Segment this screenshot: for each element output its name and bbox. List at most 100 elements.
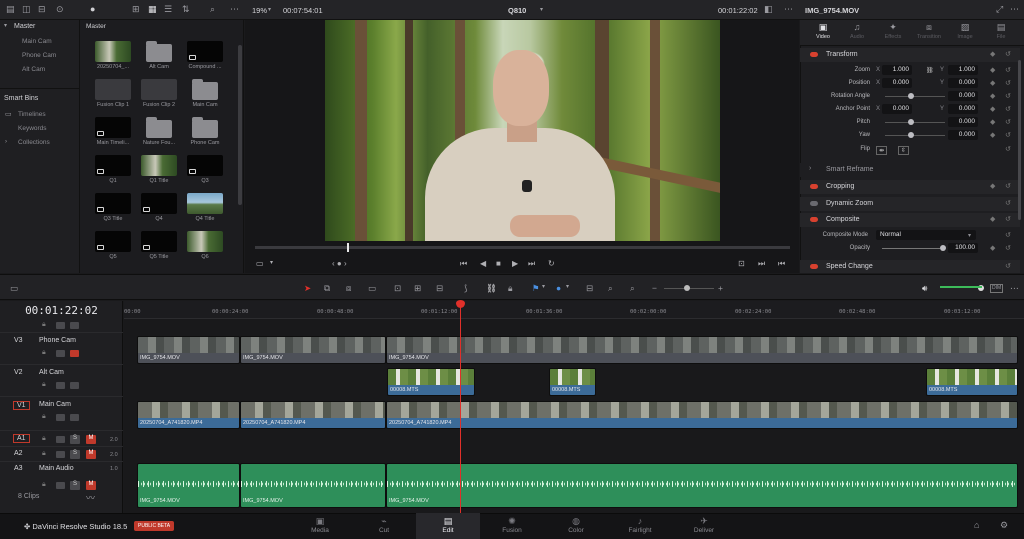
lock-icon[interactable]: 🔒︎ [42,450,46,458]
tab-image[interactable]: ▨ Image [948,23,982,41]
track-id[interactable]: V1 [13,401,30,410]
auto-select-icon[interactable] [56,482,65,489]
media-pool-clip[interactable]: Q4 [138,193,180,222]
media-pool-clip[interactable]: Q3 Title [92,193,134,222]
disable-track-icon[interactable] [70,350,79,357]
skip-back-icon[interactable]: ⏮ [460,259,467,269]
position-x-field[interactable]: 0.000 [882,78,912,88]
auto-select-icon[interactable] [56,350,65,357]
yaw-slider-knob[interactable] [908,132,914,138]
media-pool-clip[interactable]: Q3 [184,155,226,184]
timeline-clip-v2[interactable]: 00008.MTS [926,368,1018,396]
loop-icon[interactable]: ↻ [548,259,555,268]
rotation-field[interactable]: 0.000 [948,91,978,101]
keyframe-icon[interactable]: ◆ [990,50,995,58]
lock-icon[interactable]: 🔒︎ [42,481,46,489]
match-frame-icon[interactable]: ⊡ [738,259,745,268]
timeline-playhead[interactable] [460,301,461,513]
lock-icon[interactable]: 🔒︎ [42,321,46,329]
dynamic-zoom-enable-toggle[interactable] [810,201,818,206]
rotation-slider[interactable] [885,96,945,97]
opacity-slider-knob[interactable] [940,245,946,251]
chevron-right-icon[interactable]: › [5,139,7,145]
timeline-clip-v3[interactable]: IMG_9754.MOV [137,336,240,364]
solo-button[interactable]: S [70,435,80,444]
yaw-slider[interactable] [885,135,945,136]
smart-bin-collections[interactable]: Collections [18,139,50,146]
list-view-icon[interactable]: ☰ [164,5,172,14]
chevron-down-icon[interactable]: ▾ [566,284,569,290]
keyframe-icon[interactable]: ◆ [990,92,995,100]
lock-icon[interactable]: 🔒︎ [42,349,46,357]
pitch-field[interactable]: 0.000 [948,117,978,127]
smart-bin-keywords[interactable]: Keywords [18,125,47,132]
track-name[interactable]: Phone Cam [39,337,76,344]
more-options-icon[interactable]: ⋯ [784,5,793,14]
keyframe-icon[interactable]: ◆ [990,79,995,87]
volume-slider[interactable] [940,286,982,288]
media-pool-clip[interactable]: Main Cam [184,79,226,108]
media-pool-clip[interactable]: Q5 [92,231,134,260]
search-icon[interactable]: ⌕ [210,5,215,14]
transform-enable-toggle[interactable] [810,52,818,57]
transform-section[interactable]: Transform ◆ ↺ [800,48,1020,62]
chevron-down-icon[interactable]: ▾ [540,7,543,13]
pitch-slider[interactable] [885,122,945,123]
inspector-scrollbar[interactable] [1018,60,1021,220]
reset-icon[interactable]: ↺ [1005,244,1011,252]
track-name[interactable]: Main Audio [39,465,74,472]
reset-icon[interactable]: ↺ [1005,50,1011,58]
anchor-y-field[interactable]: 0.000 [948,104,978,114]
position-lock-icon[interactable]: 🔒︎ [508,284,513,293]
timeline-ruler[interactable]: 00:00 00:00:24:00 00:00:48:00 00:01:12:00 00… [124,301,1024,319]
track-name[interactable]: Main Cam [39,401,71,408]
sort-icon[interactable]: ⇅ [182,5,190,14]
media-pool-clip[interactable]: Q1 [92,155,134,184]
zoom-out-icon[interactable]: − [652,284,657,293]
timeline-clip-v2[interactable]: 00008.MTS [387,368,475,396]
play-reverse-icon[interactable]: ◀ [480,259,486,268]
custom-zoom-icon[interactable]: ⌕ [630,284,635,293]
page-media[interactable]: ▣ Media [288,513,352,539]
home-icon[interactable]: ⌂ [974,521,979,530]
bin-main-cam[interactable]: Main Cam [22,38,52,45]
media-pool-scrollbar[interactable] [238,45,242,205]
timeline-clip-v3[interactable]: IMG_9754.MOV [240,336,386,364]
metadata-view-icon[interactable]: ⊞ [132,5,140,14]
reset-icon[interactable]: ↺ [1005,92,1011,100]
timeline-clip-v1[interactable]: 20250704_A741820.MP4 [240,401,386,429]
media-pool-clip[interactable]: Q4 Title [184,193,226,222]
stop-icon[interactable]: ■ [496,259,501,268]
keyframe-icon[interactable]: ◆ [990,244,995,252]
sound-library-icon[interactable]: ⊙ [56,5,64,14]
reset-icon[interactable]: ↺ [1005,105,1011,113]
page-fusion[interactable]: ✺ Fusion [480,513,544,539]
disable-track-icon[interactable] [70,414,79,421]
timeline-view-options-icon[interactable]: ▭ [10,284,18,293]
viewer-zoom[interactable]: 19% [252,6,267,15]
page-deliver[interactable]: ✈ Deliver [672,513,736,539]
media-pool-clip[interactable]: Phone Cam [184,117,226,146]
timeline-clip-a3[interactable]: IMG_9754.MOV [240,463,386,508]
effects-icon[interactable]: ◫ [22,5,31,14]
disable-track-icon[interactable] [70,382,79,389]
page-fairlight[interactable]: ♪ Fairlight [608,513,672,539]
snapping-icon[interactable]: ⟆ [464,284,467,293]
mute-button[interactable]: M [86,435,96,444]
reset-icon[interactable]: ↺ [1005,131,1011,139]
viewer-playhead[interactable] [347,243,349,252]
timeline-clip-a3[interactable]: IMG_9754.MOV [386,463,1018,508]
more-options-icon[interactable]: ⋯ [1010,5,1019,14]
auto-select-icon[interactable] [56,436,65,443]
chevron-down-icon[interactable]: ▾ [968,232,971,239]
anchor-x-field[interactable]: 0.000 [882,104,912,114]
timeline-clip-v1[interactable]: 20250704_A741820.MP4 [137,401,240,429]
more-options-icon[interactable]: ⋯ [1010,284,1019,293]
composite-section[interactable]: Composite ◆ ↺ [800,213,1020,227]
lock-icon[interactable]: 🔒︎ [42,435,46,443]
opacity-slider[interactable] [882,248,940,249]
tab-audio[interactable]: ♫ Audio [840,23,874,41]
blade-tool-icon[interactable]: ▭ [368,284,376,293]
tab-effects[interactable]: ✦ Effects [876,23,910,41]
skip-forward-icon[interactable]: ⏭ [528,259,535,269]
